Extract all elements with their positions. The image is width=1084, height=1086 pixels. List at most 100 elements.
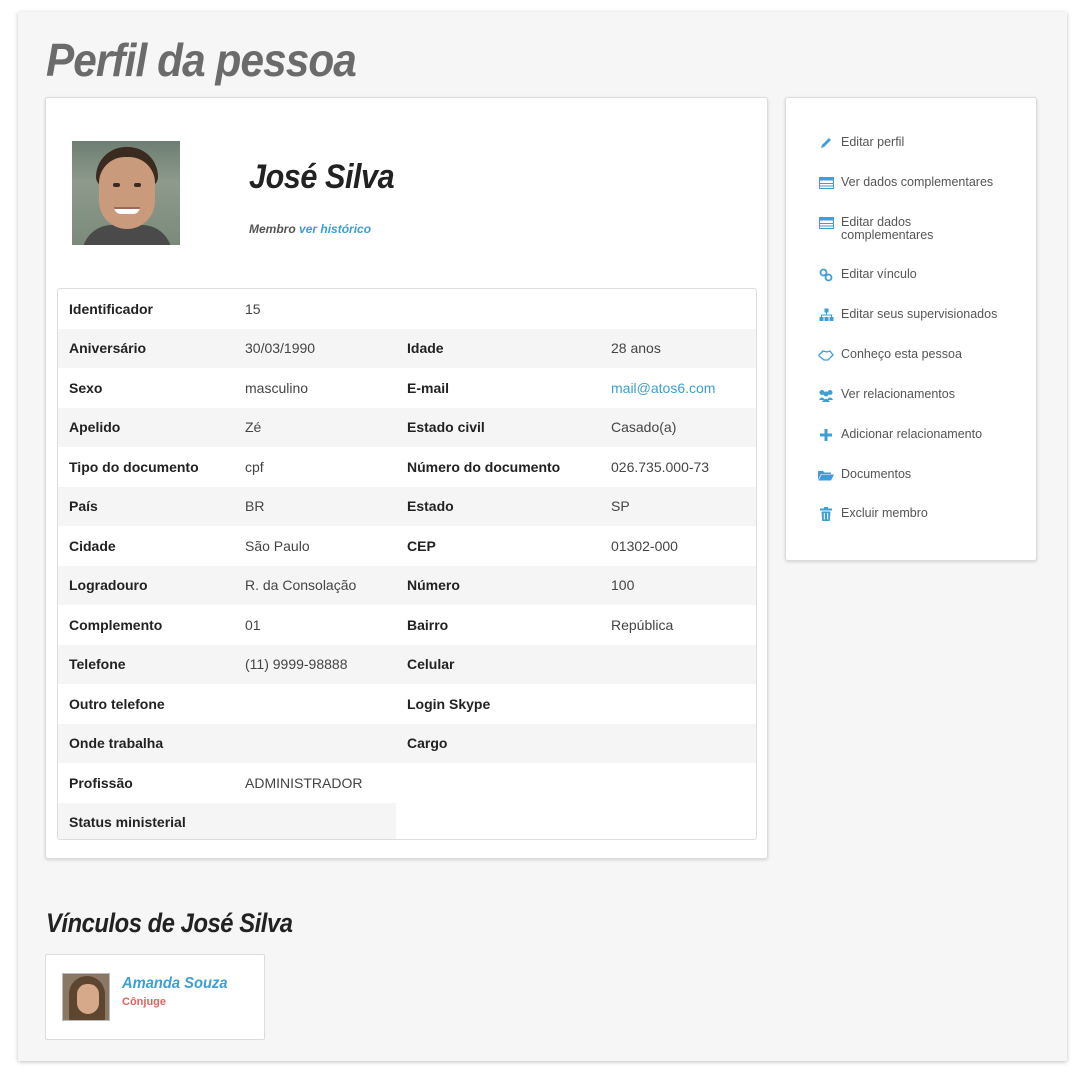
field-value: (11) 9999-98888 [234,644,396,684]
field-value: ADMINISTRADOR [245,774,363,791]
table-row: Status ministerial [58,802,756,839]
field-value [234,684,396,724]
table-row: Tipo do documento cpf Número do document… [58,447,756,487]
action-label: Ver dados complementares [841,175,994,189]
field-value: 15 [245,300,261,317]
page-container: Perfil da pessoa José Silva Membro ver h… [18,12,1067,1061]
field-label: Número do documento [407,458,561,475]
add-relationship-action[interactable]: Adicionar relacionamento [818,428,982,442]
action-label: Documentos [841,467,912,481]
know-person-action[interactable]: Conheço esta pessoa [818,348,962,362]
field-label: Idade [396,328,600,368]
field-label: Cargo [396,723,600,763]
field-value: 01302-000 [611,537,678,554]
link-icon [818,268,834,282]
field-value [600,644,756,684]
field-value: 026.735.000-73 [611,458,710,475]
profile-card: José Silva Membro ver histórico Identifi… [45,97,768,859]
field-label: Complemento [69,616,163,633]
field-value [234,802,396,839]
edit-complementary-data-action[interactable]: Editar dados complementares [818,216,951,242]
field-label: Telefone [58,644,234,684]
field-value: 30/03/1990 [234,328,396,368]
field-label: Aniversário [58,328,234,368]
field-label: Outro telefone [69,695,165,712]
field-label: Cidade [69,537,116,554]
field-label: Status ministerial [58,802,234,839]
field-label: Identificador [69,300,154,317]
field-value: cpf [245,458,264,475]
field-value: São Paulo [245,537,310,554]
table-icon [818,176,834,190]
handshake-icon [818,348,834,362]
field-value: R. da Consolação [234,565,396,605]
history-link[interactable]: ver histórico [299,222,371,236]
field-label: Bairro [407,616,449,633]
table-row: Onde trabalha Cargo [58,723,756,763]
action-label: Editar seus supervisionados [841,307,998,321]
field-value [600,684,756,724]
table-row: Aniversário 30/03/1990 Idade 28 anos [58,328,756,368]
links-section-title: Vínculos de José Silva [46,908,293,938]
field-label: Profissão [69,774,133,791]
field-label [396,289,600,329]
link-card[interactable]: Amanda Souza Cônjuge [45,954,265,1040]
field-label: País [58,486,234,526]
page-title: Perfil da pessoa [46,34,357,86]
profile-avatar [72,141,180,245]
edit-supervised-action[interactable]: Editar seus supervisionados [818,308,997,322]
field-label: Onde trabalha [58,723,234,763]
table-row: Outro telefone Login Skype [58,684,756,724]
profile-data-table: Identificador 15 Aniversário 30/03/1990 … [57,288,757,840]
table-row: Logradouro R. da Consolação Número 100 [58,565,756,605]
folder-icon [818,468,834,482]
email-link[interactable]: mail@atos6.com [611,380,715,396]
field-label: Número [396,565,600,605]
link-relation: Cônjuge [122,996,166,1008]
action-label: Editar perfil [841,135,905,149]
field-label: Sexo [69,379,103,396]
link-person-name[interactable]: Amanda Souza [122,975,228,993]
field-label: Login Skype [407,695,491,712]
field-value: mail@atos6.com [600,368,756,408]
table-row: País BR Estado SP [58,486,756,526]
documents-action[interactable]: Documentos [818,468,911,482]
table-row: Cidade São Paulo CEP 01302-000 [58,526,756,566]
edit-profile-action[interactable]: Editar perfil [818,136,904,150]
users-icon [818,388,834,402]
field-value [600,289,756,329]
field-value: 28 anos [600,328,756,368]
field-value: Casado(a) [600,407,756,447]
member-role: Membro [249,222,296,236]
table-row: Profissão ADMINISTRADOR [58,763,756,803]
trash-icon [818,507,834,521]
table-row: Telefone (11) 9999-98888 Celular [58,644,756,684]
field-label: Estado civil [396,407,600,447]
edit-link-action[interactable]: Editar vínculo [818,268,917,282]
view-relationships-action[interactable]: Ver relacionamentos [818,388,955,402]
link-avatar [62,973,110,1021]
field-label: Tipo do documento [69,458,199,475]
table-icon [818,216,834,230]
field-value: masculino [245,379,309,396]
delete-member-action[interactable]: Excluir membro [818,507,928,521]
field-value: Zé [234,407,396,447]
table-row: Apelido Zé Estado civil Casado(a) [58,407,756,447]
field-label: Celular [396,644,600,684]
pencil-icon [818,136,834,150]
table-row: Complemento 01 Bairro República [58,605,756,645]
person-name: José Silva [249,158,395,196]
field-label: E-mail [407,379,450,396]
view-complementary-data-action[interactable]: Ver dados complementares [818,176,993,190]
actions-menu: Editar perfil Ver dados complementares E… [785,97,1037,561]
sitemap-icon [818,308,834,322]
field-value: SP [600,486,756,526]
action-label: Adicionar relacionamento [841,427,983,441]
table-row: Identificador 15 [58,289,756,329]
field-value: BR [234,486,396,526]
field-label: Estado [396,486,600,526]
action-label: Editar dados complementares [841,215,934,242]
field-value [600,723,756,763]
action-label: Ver relacionamentos [841,387,955,401]
field-value [234,723,396,763]
